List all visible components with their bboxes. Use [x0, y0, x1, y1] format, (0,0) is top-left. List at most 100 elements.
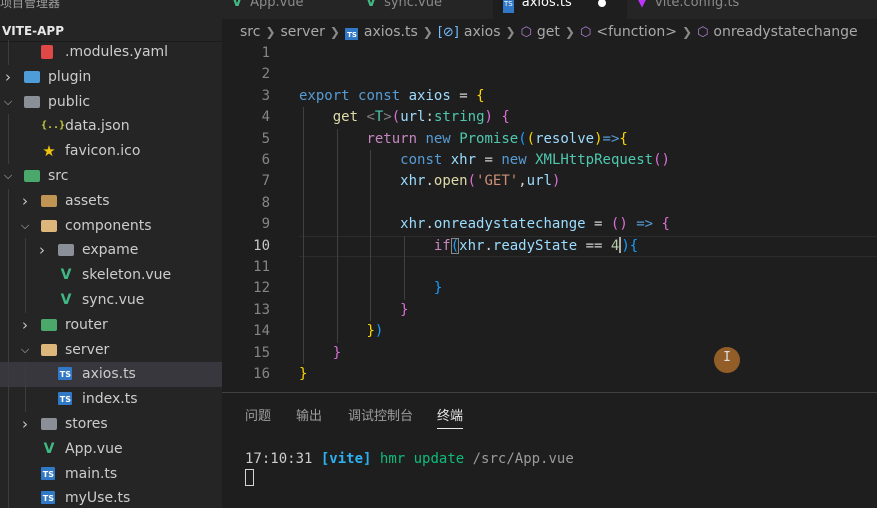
- code-line[interactable]: return new Promise((resolve)=>{: [299, 129, 627, 150]
- code-line[interactable]: const xhr = new XMLHttpRequest(): [299, 150, 670, 171]
- sidebar-item-label: myUse.ts: [65, 490, 131, 507]
- star-icon: ★: [42, 142, 56, 161]
- chevron-right-icon[interactable]: ›: [19, 412, 31, 437]
- sidebar-item-data-json[interactable]: {..} data.json: [0, 114, 222, 140]
- sidebar-item-server[interactable]: ⌵ server: [0, 337, 222, 363]
- code-line[interactable]: export const axios = {: [299, 86, 485, 107]
- terminal-time: 17:10:31: [245, 451, 313, 467]
- sidebar-item-label: .modules.yaml: [65, 44, 169, 60]
- sidebar-item-stores[interactable]: › stores: [0, 411, 222, 437]
- sidebar-item-plugin[interactable]: › plugin: [0, 65, 222, 90]
- code-line[interactable]: }: [299, 364, 307, 385]
- sidebar-item-app-vue[interactable]: V App.vue: [0, 436, 222, 462]
- sidebar-item-label: axios.ts: [82, 366, 136, 383]
- indent-guide: [8, 188, 9, 214]
- chevron-down-icon[interactable]: ⌵: [19, 214, 31, 239]
- breadcrumb-item[interactable]: onreadystatechange: [713, 24, 857, 40]
- sidebar-item-label: router: [65, 316, 108, 333]
- breadcrumb-item[interactable]: <function>: [596, 24, 677, 40]
- chevron-right-icon: ❯: [422, 25, 433, 39]
- sidebar-item-myuse-ts[interactable]: TS myUse.ts: [0, 486, 222, 508]
- vue-icon: V: [60, 267, 72, 284]
- code-line[interactable]: }: [299, 300, 408, 321]
- sidebar-item-assets[interactable]: › assets: [0, 188, 222, 214]
- sidebar-header-text: 项目管理器: [0, 0, 61, 10]
- indent-guide: [8, 461, 9, 487]
- code-line[interactable]: get <T>(url:string) {: [299, 107, 510, 128]
- ts-icon: TS: [503, 0, 514, 13]
- editor-tab-bar: V App.vue Vsync.vue TS axios.ts ▼ vite.conf…: [222, 0, 877, 19]
- sidebar-item-expame[interactable]: › expame: [0, 238, 222, 264]
- method-icon: ⬡: [520, 25, 532, 40]
- line-number: 9: [261, 216, 270, 233]
- indent-guide: [8, 238, 9, 264]
- indent-guide: [8, 337, 9, 363]
- line-number: 11: [253, 259, 270, 275]
- tab-vite-config[interactable]: ▼ vite.config.ts: [627, 0, 807, 19]
- chevron-down-icon[interactable]: ⌵: [19, 338, 31, 363]
- vue-icon: V: [232, 0, 243, 10]
- sidebar-item-label: App.vue: [65, 440, 123, 457]
- line-number: 13: [253, 301, 270, 318]
- text-cursor-icon: I: [723, 350, 731, 365]
- indent-guide: [8, 486, 9, 508]
- code-line[interactable]: }: [299, 278, 442, 299]
- tab-app-vue[interactable]: V App.vue: [222, 0, 356, 19]
- breadcrumb-item[interactable]: get: [537, 24, 560, 40]
- sidebar-item-skeleton-vue[interactable]: Vskeleton.vue: [0, 263, 222, 288]
- sidebar-item-src[interactable]: ⌵ src: [0, 164, 222, 189]
- code-line[interactable]: }: [299, 343, 341, 364]
- sidebar-item-sync-vue[interactable]: Vsync.vue: [0, 287, 222, 313]
- terminal-cursor: [245, 469, 254, 486]
- sidebar-item-router[interactable]: › router: [0, 312, 222, 338]
- tab-sync-vue[interactable]: Vsync.vue: [356, 0, 493, 19]
- tab-problems[interactable]: 问题: [245, 405, 271, 429]
- chevron-right-icon[interactable]: ›: [2, 65, 14, 90]
- sidebar-item-index-ts[interactable]: TS index.ts: [0, 387, 222, 412]
- sidebar-item-label: src: [48, 167, 69, 184]
- unsaved-dot-icon[interactable]: [597, 0, 606, 7]
- tab-terminal[interactable]: 终端: [437, 405, 464, 429]
- breadcrumb-item[interactable]: src: [240, 24, 260, 40]
- ts-icon: TS: [41, 491, 55, 505]
- tab-output[interactable]: 输出: [296, 405, 322, 429]
- indent-guide: [8, 411, 9, 437]
- sidebar-item-main-ts[interactable]: TS main.ts: [0, 461, 222, 487]
- chevron-down-icon[interactable]: ⌵: [2, 164, 14, 189]
- chevron-right-icon: ❯: [265, 25, 276, 39]
- chevron-right-icon[interactable]: ›: [19, 189, 31, 214]
- chevron-down-icon[interactable]: ⌵: [2, 90, 14, 115]
- breadcrumb-item[interactable]: axios: [464, 24, 501, 40]
- tab-axios-ts[interactable]: TS axios.ts: [493, 0, 627, 19]
- sidebar-item-components[interactable]: ⌵ components: [0, 213, 222, 239]
- code-editor[interactable]: 1 2 3 export const axios = {4 get <T>(url:s…: [222, 45, 877, 392]
- ts-icon: TS: [344, 28, 358, 40]
- folder-icon: [41, 219, 57, 232]
- yaml-icon: [41, 45, 53, 59]
- tab-label: sync.vue: [384, 0, 442, 10]
- line-number: 8: [261, 194, 270, 211]
- sidebar-item-public[interactable]: ⌵ public: [0, 90, 222, 115]
- code-line[interactable]: xhr.open('GET',url): [299, 171, 560, 192]
- tab-debug-console[interactable]: 调试控制台: [348, 405, 413, 429]
- sidebar-item-modules-yaml[interactable]: .modules.yaml: [0, 40, 222, 65]
- project-root[interactable]: VITE-APP: [0, 20, 222, 42]
- sidebar-item-axios-ts[interactable]: TS axios.ts: [0, 362, 222, 388]
- indent-guide: [25, 287, 26, 313]
- ts-icon: TS: [58, 392, 72, 406]
- terminal-tag: [vite]: [320, 451, 372, 467]
- indent-guide: [25, 387, 26, 412]
- chevron-right-icon: ❯: [682, 25, 693, 39]
- code-line[interactable]: if(xhr.readyState == 4){: [299, 236, 638, 257]
- breadcrumb-item[interactable]: server: [281, 24, 325, 40]
- folder-icon: [41, 318, 57, 331]
- terminal-output[interactable]: 17:10:31 [vite] hmr update /src/App.vue: [245, 450, 574, 468]
- line-number: 4: [261, 109, 270, 126]
- sidebar-item-favicon-ico[interactable]: ★ favicon.ico: [0, 139, 222, 164]
- chevron-right-icon[interactable]: ›: [36, 238, 48, 263]
- breadcrumb-item[interactable]: axios.ts: [364, 24, 418, 40]
- code-line[interactable]: }): [299, 321, 383, 342]
- line-number: 3: [261, 87, 270, 104]
- code-line[interactable]: xhr.onreadystatechange = () => {: [299, 214, 670, 235]
- chevron-right-icon[interactable]: ›: [19, 313, 31, 338]
